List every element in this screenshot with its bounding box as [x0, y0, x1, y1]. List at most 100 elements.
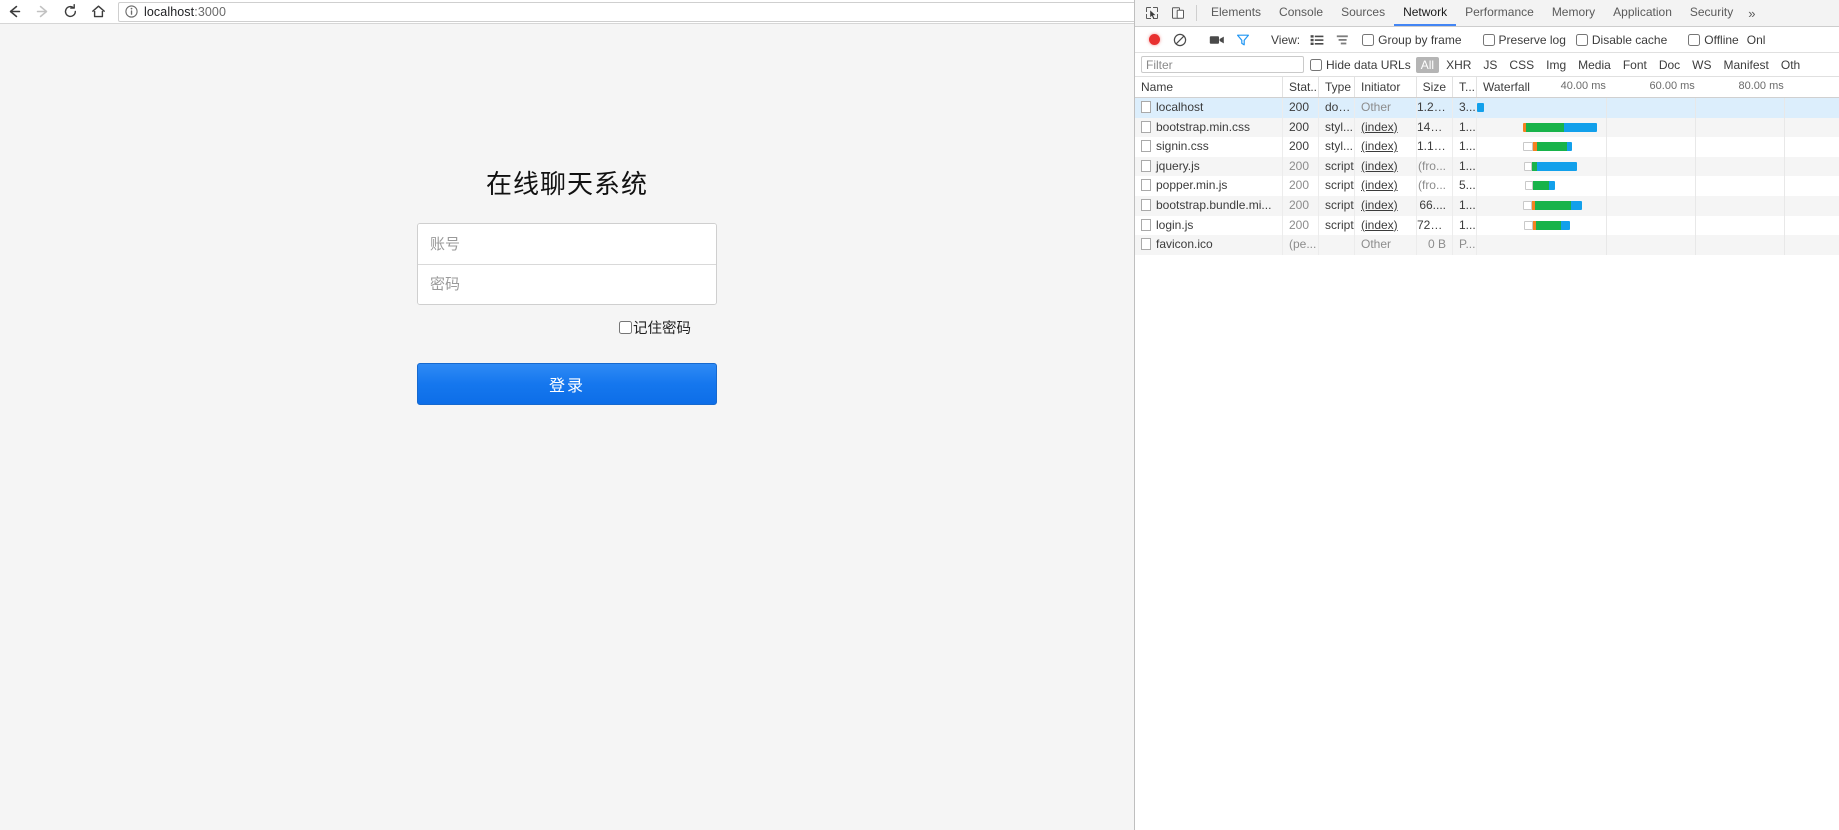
- login-button[interactable]: 登录: [417, 363, 717, 405]
- waterfall-gridline: [1783, 215, 1785, 236]
- network-request-table: Name Stat... Type Initiator Size T... Wa…: [1135, 77, 1839, 255]
- filter-type-css[interactable]: CSS: [1504, 57, 1539, 73]
- toolbar-divider: [1196, 5, 1197, 21]
- tab-network[interactable]: Network: [1394, 0, 1457, 26]
- cell-initiator[interactable]: (index): [1355, 117, 1417, 138]
- account-input[interactable]: [418, 224, 716, 264]
- record-button[interactable]: [1141, 34, 1167, 45]
- view-list-icon: [1310, 34, 1324, 45]
- table-row[interactable]: popper.min.js 200 script (index) (fro... 5...: [1135, 176, 1839, 196]
- table-row[interactable]: localhost 200 doc... Other 1.2 ... 3...: [1135, 98, 1839, 118]
- file-icon: [1141, 179, 1151, 192]
- offline-checkbox[interactable]: Offline: [1688, 33, 1739, 47]
- cell-waterfall: [1477, 235, 1839, 255]
- column-header-status[interactable]: Stat...: [1283, 77, 1319, 97]
- cell-type: styl...: [1319, 137, 1355, 157]
- cell-initiator[interactable]: (index): [1355, 195, 1417, 216]
- tab-console[interactable]: Console: [1270, 0, 1332, 26]
- inspect-element-icon: [1146, 7, 1158, 19]
- cell-initiator[interactable]: (index): [1355, 176, 1417, 196]
- filter-type-manifest[interactable]: Manifest: [1719, 57, 1774, 73]
- filter-type-ws[interactable]: WS: [1687, 57, 1716, 73]
- network-table-body: localhost 200 doc... Other 1.2 ... 3... bootst…: [1135, 98, 1839, 255]
- cell-size: 1.1 ...: [1417, 137, 1453, 157]
- filter-input[interactable]: [1141, 56, 1304, 73]
- view-waterfall-button[interactable]: [1330, 34, 1356, 46]
- tab-security[interactable]: Security: [1681, 0, 1742, 26]
- table-row[interactable]: jquery.js 200 script (index) (fro... 1...: [1135, 156, 1839, 177]
- filter-type-all[interactable]: All: [1415, 56, 1440, 73]
- column-header-time[interactable]: T...: [1453, 77, 1477, 97]
- initiator-link[interactable]: (index): [1361, 139, 1398, 153]
- hide-data-urls-input[interactable]: [1310, 58, 1322, 71]
- request-name: login.js: [1156, 217, 1194, 232]
- filter-type-xhr[interactable]: XHR: [1441, 57, 1476, 73]
- waterfall-segment: [1526, 122, 1564, 132]
- password-input[interactable]: [418, 264, 716, 304]
- cell-initiator[interactable]: (index): [1355, 137, 1417, 157]
- table-row[interactable]: bootstrap.min.css 200 styl... (index) 142...…: [1135, 117, 1839, 138]
- capture-screenshots-button[interactable]: [1204, 34, 1230, 46]
- clear-icon: [1173, 33, 1187, 46]
- tab-elements[interactable]: Elements: [1202, 0, 1270, 26]
- hide-data-urls-checkbox[interactable]: Hide data URLs: [1310, 58, 1411, 72]
- column-header-type[interactable]: Type: [1319, 77, 1355, 97]
- initiator-link[interactable]: (index): [1361, 218, 1398, 232]
- view-list-button[interactable]: [1304, 34, 1330, 46]
- inspect-element-button[interactable]: [1139, 0, 1165, 26]
- filter-type-doc[interactable]: Doc: [1654, 57, 1685, 73]
- initiator-link[interactable]: (index): [1361, 159, 1398, 173]
- reload-button[interactable]: [56, 0, 84, 24]
- remember-password-checkbox[interactable]: [619, 321, 632, 334]
- device-toolbar-button[interactable]: [1165, 0, 1191, 26]
- waterfall-bar: [1524, 220, 1570, 230]
- initiator-link[interactable]: (index): [1361, 120, 1398, 134]
- group-by-frame-input[interactable]: [1362, 33, 1375, 46]
- preserve-log-input[interactable]: [1482, 33, 1495, 46]
- initiator-link[interactable]: (index): [1361, 198, 1398, 212]
- throttling-select[interactable]: Onl: [1747, 33, 1766, 47]
- waterfall-bar: [1525, 181, 1555, 191]
- table-row[interactable]: signin.css 200 styl... (index) 1.1 ... 1...: [1135, 137, 1839, 157]
- tab-performance[interactable]: Performance: [1456, 0, 1543, 26]
- column-header-name[interactable]: Name: [1135, 77, 1283, 97]
- forward-button[interactable]: [28, 0, 56, 24]
- waterfall-gridline: [1694, 235, 1696, 255]
- back-button[interactable]: [0, 0, 28, 24]
- preserve-log-checkbox[interactable]: Preserve log: [1482, 33, 1566, 47]
- info-circle-icon[interactable]: [125, 5, 138, 18]
- filter-type-img[interactable]: Img: [1541, 57, 1571, 73]
- group-by-frame-checkbox[interactable]: Group by frame: [1362, 33, 1462, 47]
- waterfall-segment: [1537, 161, 1577, 171]
- column-header-waterfall[interactable]: Waterfall 40.00 ms 60.00 ms 80.00 ms: [1477, 77, 1839, 97]
- table-row[interactable]: login.js 200 script (index) 727... 1...: [1135, 215, 1839, 236]
- remember-password-label[interactable]: 记住密码: [633, 317, 691, 338]
- tab-memory[interactable]: Memory: [1543, 0, 1604, 26]
- column-header-size[interactable]: Size: [1417, 77, 1453, 97]
- home-button[interactable]: [84, 0, 112, 24]
- filter-button[interactable]: [1230, 33, 1256, 47]
- filter-type-media[interactable]: Media: [1573, 57, 1616, 73]
- offline-input[interactable]: [1688, 33, 1701, 46]
- clear-button[interactable]: [1167, 33, 1193, 47]
- cell-status: 200: [1283, 137, 1319, 157]
- column-header-initiator[interactable]: Initiator: [1355, 77, 1417, 97]
- more-tabs-button[interactable]: »: [1742, 0, 1761, 26]
- tab-sources[interactable]: Sources: [1332, 0, 1394, 26]
- cell-initiator[interactable]: (index): [1355, 215, 1417, 236]
- waterfall-gridline: [1783, 137, 1785, 157]
- filter-type-other[interactable]: Oth: [1776, 57, 1805, 73]
- table-row[interactable]: bootstrap.bundle.mi... 200 script (index) 66…: [1135, 195, 1839, 216]
- disable-cache-input[interactable]: [1575, 33, 1588, 46]
- waterfall-gridline: [1783, 195, 1785, 216]
- hide-data-urls-label: Hide data URLs: [1326, 57, 1411, 72]
- waterfall-segment: [1533, 181, 1549, 191]
- initiator-link[interactable]: (index): [1361, 178, 1398, 192]
- cell-status: 200: [1283, 98, 1319, 118]
- tab-application[interactable]: Application: [1604, 0, 1681, 26]
- cell-initiator[interactable]: (index): [1355, 156, 1417, 177]
- table-row[interactable]: favicon.ico (pe... Other 0 B P...: [1135, 235, 1839, 255]
- disable-cache-checkbox[interactable]: Disable cache: [1575, 33, 1667, 47]
- filter-type-js[interactable]: JS: [1478, 57, 1502, 73]
- filter-type-font[interactable]: Font: [1618, 57, 1652, 73]
